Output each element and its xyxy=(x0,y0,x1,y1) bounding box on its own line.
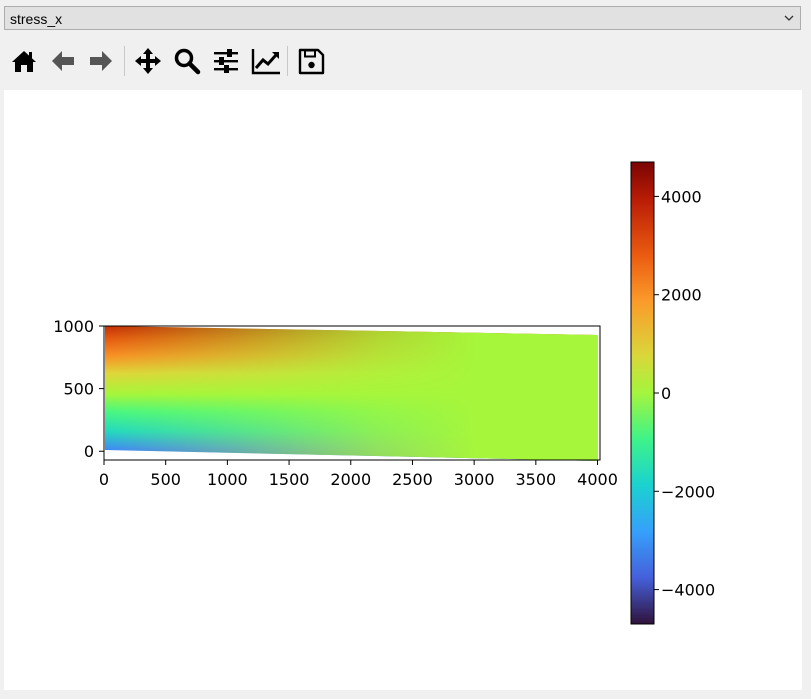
navigation-toolbar xyxy=(4,40,404,84)
magnifier-icon xyxy=(174,48,201,75)
colorbar-tick-label: 0 xyxy=(661,384,671,403)
move-icon xyxy=(135,48,161,74)
colorbar-axis: 4000 2000 0 −2000 −4000 xyxy=(654,187,715,600)
colorbar-tick-label: 2000 xyxy=(661,286,702,305)
save-button[interactable] xyxy=(294,44,328,78)
x-tick-label: 500 xyxy=(150,470,181,489)
home-icon xyxy=(12,51,36,72)
x-tick-label: 2500 xyxy=(392,470,433,489)
x-tick-label: 4000 xyxy=(577,470,618,489)
x-tick-label: 1000 xyxy=(207,470,248,489)
stress-plot: 0 500 1000 1500 2000 2500 3000 3500 4000 0 500 100… xyxy=(53,161,715,625)
field-select-dropdown[interactable]: stress_x xyxy=(4,6,801,30)
stress-field-heatmap xyxy=(105,326,598,461)
colorbar-tick-label: 4000 xyxy=(661,187,702,206)
sliders-icon xyxy=(214,49,238,73)
y-axis: 0 500 1000 xyxy=(53,317,104,461)
back-button[interactable] xyxy=(46,44,80,78)
x-tick-label: 0 xyxy=(99,470,109,489)
forward-button[interactable] xyxy=(84,44,118,78)
edit-axis-button[interactable] xyxy=(248,44,282,78)
y-tick-label: 500 xyxy=(63,380,94,399)
toolbar-separator xyxy=(124,46,125,76)
x-tick-label: 1500 xyxy=(269,470,310,489)
field-select-value: stress_x xyxy=(10,11,63,27)
colorbar xyxy=(630,161,655,625)
chevron-down-icon xyxy=(784,15,794,21)
pan-button[interactable] xyxy=(131,44,165,78)
zoom-button[interactable] xyxy=(170,44,204,78)
floppy-disk-icon xyxy=(298,48,325,75)
toolbar-separator xyxy=(287,46,288,76)
arrow-right-icon xyxy=(90,51,112,71)
figure-canvas[interactable]: 0 500 1000 1500 2000 2500 3000 3500 4000 0 500 100… xyxy=(4,90,802,690)
colorbar-tick-label: −4000 xyxy=(661,581,715,600)
x-tick-label: 3000 xyxy=(454,470,495,489)
y-tick-label: 0 xyxy=(84,442,94,461)
line-chart-icon xyxy=(251,49,280,75)
configure-subplots-button[interactable] xyxy=(209,44,243,78)
x-tick-label: 3500 xyxy=(515,470,556,489)
home-button[interactable] xyxy=(7,44,41,78)
x-axis: 0 500 1000 1500 2000 2500 3000 3500 4000 xyxy=(99,460,618,489)
x-tick-label: 2000 xyxy=(330,470,371,489)
colorbar-tick-label: −2000 xyxy=(661,482,715,501)
arrow-left-icon xyxy=(52,51,74,71)
y-tick-label: 1000 xyxy=(53,317,94,336)
